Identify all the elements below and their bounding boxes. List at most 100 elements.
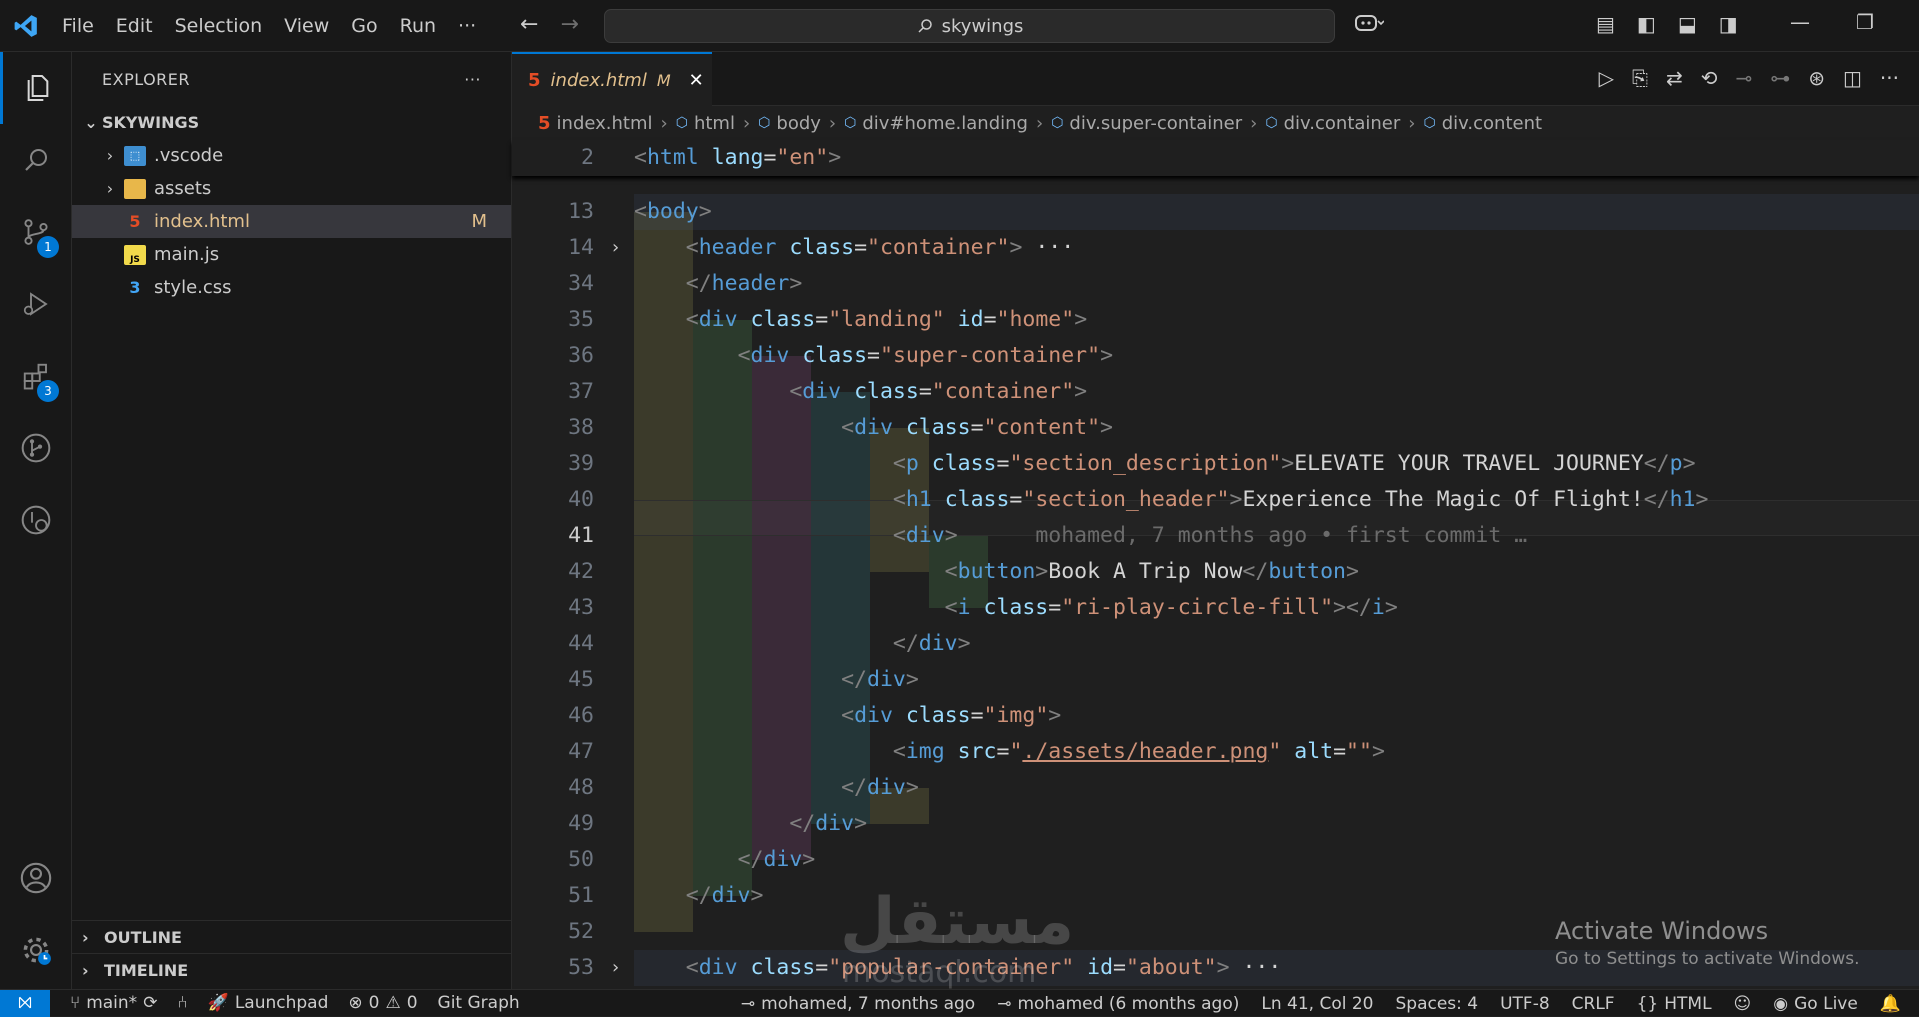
encoding[interactable]: UTF-8 — [1500, 994, 1550, 1014]
command-center-search[interactable]: skywings — [604, 9, 1335, 43]
git-graph-status[interactable]: Git Graph — [438, 993, 520, 1013]
code-line[interactable]: 35 <div class="landing" id="home"> — [512, 302, 1919, 338]
code-line[interactable]: 36 <div class="super-container"> — [512, 338, 1919, 374]
breadcrumb-item[interactable]: index.html — [557, 113, 653, 134]
run-icon[interactable]: ▷ — [1599, 66, 1614, 90]
indentation[interactable]: Spaces: 4 — [1395, 994, 1478, 1014]
menu-more[interactable]: ··· — [458, 15, 476, 37]
next-change-icon[interactable]: ⊶ — [1770, 66, 1790, 90]
go-live-status[interactable]: ◉ Go Live — [1773, 994, 1858, 1014]
code-line[interactable]: 46 <div class="img"> — [512, 698, 1919, 734]
compare-changes-icon[interactable]: ⇄ — [1666, 66, 1683, 90]
code-line[interactable]: 49 </div> — [512, 806, 1919, 842]
tab-index-html[interactable]: 5 index.html M ✕ — [512, 52, 712, 106]
code-line[interactable]: 48 </div> — [512, 770, 1919, 806]
menu-selection[interactable]: Selection — [175, 15, 263, 37]
copilot-status-icon[interactable]: ☺ — [1734, 994, 1752, 1014]
code-line[interactable]: 45 </div> — [512, 662, 1919, 698]
remote-explorer-icon[interactable] — [0, 484, 72, 556]
scm-badge: 1 — [37, 236, 59, 258]
git-graph-icon[interactable] — [0, 412, 72, 484]
code-line[interactable]: 40 <h1 class="section_header">Experience… — [512, 482, 1919, 518]
explorer-more-actions[interactable]: ··· — [464, 70, 481, 89]
code-line[interactable]: 44 </div> — [512, 626, 1919, 662]
notifications-bell-icon[interactable]: 🔔 — [1880, 994, 1901, 1014]
back-arrow-icon[interactable]: ← — [520, 12, 538, 37]
code-line[interactable]: 43 <i class="ri-play-circle-fill"></i> — [512, 590, 1919, 626]
open-preview-icon[interactable]: ⎘ — [1632, 66, 1648, 90]
code-line[interactable]: 37 <div class="container"> — [512, 374, 1919, 410]
run-debug-icon[interactable] — [0, 268, 72, 340]
search-icon[interactable] — [0, 124, 72, 196]
close-icon[interactable]: ✕ — [689, 70, 704, 91]
tree-item-main-js[interactable]: JS main.js — [72, 238, 511, 271]
minimize-icon[interactable]: — — [1790, 10, 1810, 34]
split-editor-icon[interactable]: ◫ — [1843, 66, 1862, 90]
code-text: <div class="container"> — [789, 379, 1088, 404]
tree-item-label: .vscode — [154, 145, 224, 166]
sticky-scroll-line[interactable]: 2 <html lang="en"> — [512, 140, 1919, 176]
forward-arrow-icon[interactable]: → — [560, 12, 578, 37]
problems-status[interactable]: ⊗ 0 ⚠ 0 — [348, 993, 417, 1013]
extensions-icon[interactable]: 3 — [0, 340, 72, 412]
code-line[interactable]: 41 <div> mohamed, 7 months ago • first c… — [512, 518, 1919, 554]
workspace-root[interactable]: ⌄ SKYWINGS — [72, 106, 511, 139]
line-ending[interactable]: CRLF — [1572, 994, 1615, 1014]
previous-change-icon[interactable]: ⊸ — [1735, 66, 1752, 90]
toggle-panel-icon[interactable]: ⬓ — [1678, 12, 1697, 36]
tree-item-index-html[interactable]: 5 index.html M — [72, 205, 511, 238]
breadcrumb-item[interactable]: div.container — [1284, 113, 1401, 134]
explorer-icon[interactable] — [0, 52, 72, 124]
code-line[interactable]: 51 </div> — [512, 878, 1919, 914]
fold-chevron-icon[interactable]: › — [610, 230, 621, 266]
breadcrumb-item[interactable]: div.content — [1442, 113, 1542, 134]
breadcrumb-item[interactable]: div#home.landing — [862, 113, 1028, 134]
code-line[interactable]: 39 <p class="section_description">ELEVAT… — [512, 446, 1919, 482]
breadcrumb-item[interactable]: div.super-container — [1069, 113, 1242, 134]
menu-run[interactable]: Run — [400, 15, 436, 37]
code-editor[interactable]: 12<!-- https://mohamedemara01018.github.… — [512, 140, 1919, 989]
breadcrumb-item[interactable]: html — [694, 113, 735, 134]
more-actions-icon[interactable]: ··· — [1880, 66, 1899, 90]
branch-status[interactable]: ⑂ main* ⟳ — [70, 993, 157, 1013]
launchpad-status[interactable]: 🚀 Launchpad — [208, 993, 329, 1013]
open-changes-icon[interactable]: ⟲ — [1701, 66, 1718, 90]
toggle-sidebar-icon[interactable]: ◧ — [1637, 12, 1656, 36]
code-line[interactable]: 14 › <header class="container"> ··· — [512, 230, 1919, 266]
blame-status[interactable]: ⊸ mohamed, 7 months ago — [741, 994, 975, 1014]
sync-icon[interactable]: ⟳ — [143, 993, 157, 1013]
tree-item-assets[interactable]: › assets — [72, 172, 511, 205]
cursor-position[interactable]: Ln 41, Col 20 — [1261, 994, 1373, 1014]
code-line[interactable]: 38 <div class="content"> — [512, 410, 1919, 446]
copilot-icon[interactable] — [1354, 12, 1385, 39]
code-line[interactable]: 50 </div> — [512, 842, 1919, 878]
code-text: </div> — [892, 631, 971, 656]
menu-view[interactable]: View — [284, 15, 329, 37]
code-line[interactable]: 13 <body> — [512, 194, 1919, 230]
fold-chevron-icon[interactable]: › — [610, 950, 621, 986]
element-cube-icon: ⬡ — [844, 115, 857, 131]
tree-item-vscode[interactable]: › ⬚ .vscode — [72, 139, 511, 172]
accounts-icon[interactable] — [0, 842, 72, 914]
customize-layout-icon[interactable]: ▤ — [1596, 12, 1615, 36]
git-lens-status[interactable]: ⊸ mohamed (6 months ago) — [997, 994, 1239, 1014]
remote-indicator-icon[interactable]: ⨝ — [0, 989, 50, 1017]
code-line[interactable]: 42 <button>Book A Trip Now</button> — [512, 554, 1919, 590]
manage-gear-icon[interactable] — [0, 914, 72, 986]
git-graph-action-icon[interactable]: ⊛ — [1808, 66, 1825, 90]
menu-file[interactable]: File — [62, 15, 94, 37]
source-control-icon[interactable]: 1 — [0, 196, 72, 268]
outline-section[interactable]: › OUTLINE — [72, 920, 512, 953]
timeline-section[interactable]: › TIMELINE — [72, 953, 512, 986]
toggle-secondary-sidebar-icon[interactable]: ◨ — [1719, 12, 1738, 36]
code-line[interactable]: 47 <img src="./assets/header.png" alt=""… — [512, 734, 1919, 770]
tree-item-style-css[interactable]: 3 style.css — [72, 271, 511, 304]
maximize-icon[interactable]: ❐ — [1856, 10, 1874, 34]
git-graph-status-icon[interactable]: ⑃ — [177, 993, 187, 1013]
breadcrumb-item[interactable]: body — [776, 113, 821, 134]
menu-edit[interactable]: Edit — [116, 15, 153, 37]
code-line[interactable]: 34 </header> — [512, 266, 1919, 302]
language-mode[interactable]: {} HTML — [1637, 994, 1712, 1014]
menu-go[interactable]: Go — [351, 15, 377, 37]
line-number: 13 — [568, 199, 594, 224]
